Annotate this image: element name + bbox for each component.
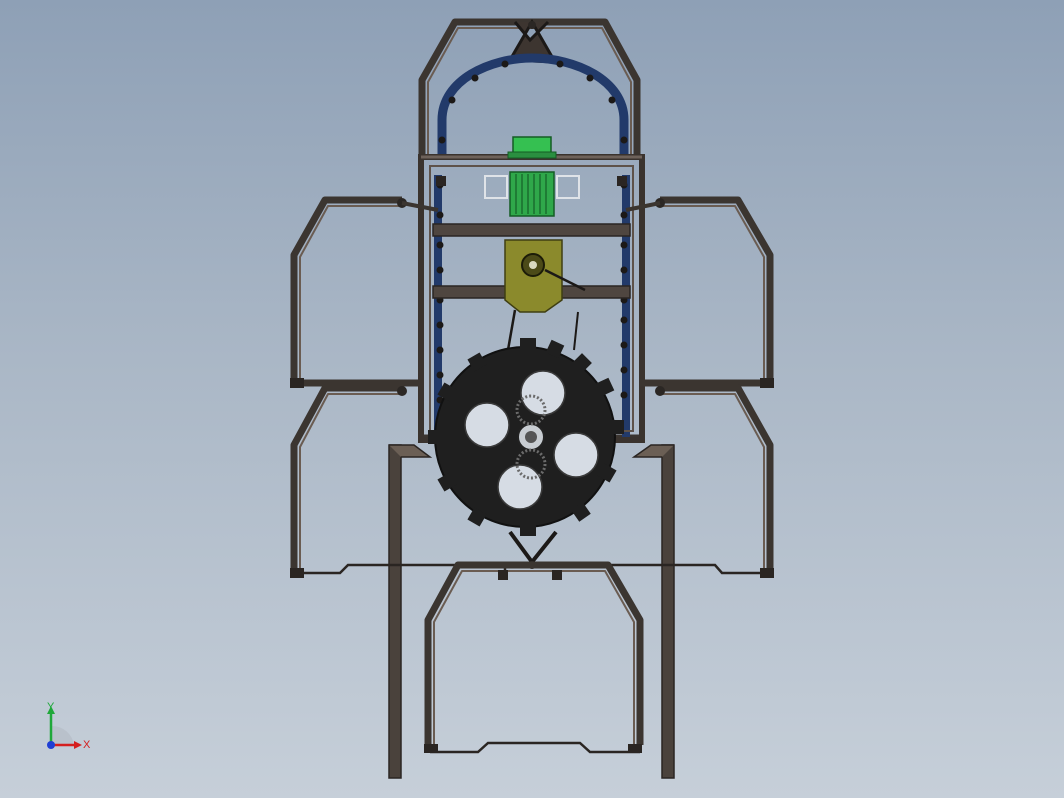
drive-sprocket [428,338,624,536]
left-upper-bucket [290,196,439,388]
cad-viewport[interactable]: Y X [0,0,1064,798]
y-axis-label: Y [47,701,55,713]
bottom-bucket [424,530,644,754]
motor [484,136,580,217]
right-upper-bucket [625,196,774,388]
x-axis-label: X [83,739,91,751]
z-axis-dot [47,741,55,749]
coordinate-triad: Y X [47,701,91,751]
